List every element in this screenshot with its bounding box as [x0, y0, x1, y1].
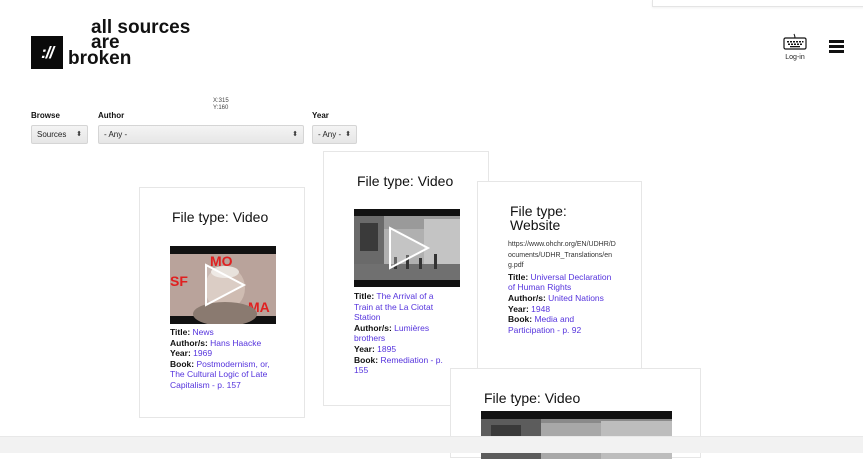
video-thumbnail[interactable]: [354, 209, 460, 287]
year-label: Year:: [354, 343, 375, 354]
cursor-coordinates: X:315 Y:160: [213, 98, 229, 112]
select-arrows-icon: ⬍: [345, 131, 351, 138]
author-select[interactable]: - Any - ⬍: [98, 125, 304, 144]
card-metadata: Title: The Arrival of a Train at the La …: [354, 291, 452, 376]
year-label: Year: [312, 111, 329, 120]
title-label: Title:: [508, 271, 529, 282]
card-metadata: Title: News Author/s: Hans Haacke Year: …: [170, 327, 282, 391]
year-select[interactable]: - Any - ⬍: [312, 125, 357, 144]
play-icon: [205, 263, 247, 307]
source-url: https://www.ohchr.org/EN/UDHR/Documents/…: [508, 241, 616, 270]
file-type: File type: Website: [510, 203, 567, 233]
top-dropdown-edge: [652, 0, 863, 7]
year-link[interactable]: 1948: [531, 304, 550, 314]
site-logo[interactable]: :// all sources are broken: [31, 18, 201, 75]
year-select-value: - Any -: [318, 130, 342, 139]
keyboard-icon: [783, 33, 807, 50]
logo-mark: ://: [31, 36, 63, 69]
book-label: Book:: [170, 358, 195, 369]
browse-select-value: Sources: [37, 130, 67, 139]
author-select-value: - Any -: [104, 130, 128, 139]
select-arrows-icon: ⬍: [292, 131, 298, 138]
source-card[interactable]: File type: Website https://www.ohchr.org…: [477, 181, 642, 371]
card-metadata: https://www.ohchr.org/EN/UDHR/Documents/…: [508, 240, 616, 335]
browse-select[interactable]: Sources ⬍: [31, 125, 88, 144]
browse-label: Browse: [31, 111, 60, 120]
title-label: Title:: [170, 327, 191, 337]
file-type: File type: Video: [172, 209, 269, 225]
login-button[interactable]: Log-in: [780, 33, 810, 61]
play-icon: [389, 226, 431, 270]
author-link[interactable]: Hans Haacke: [210, 338, 261, 348]
coord-x: X:315: [213, 98, 229, 104]
book-label: Book:: [354, 354, 379, 365]
login-label: Log-in: [785, 54, 805, 61]
video-thumbnail[interactable]: MO SF MA: [170, 246, 276, 324]
select-arrows-icon: ⬍: [76, 131, 82, 138]
file-type: File type: Video: [357, 173, 454, 189]
book-label: Book:: [508, 314, 533, 325]
hamburger-menu-icon[interactable]: [829, 40, 844, 53]
year-label: Year:: [170, 348, 191, 359]
year-link[interactable]: 1895: [377, 344, 396, 354]
svg-text:SF: SF: [170, 273, 188, 289]
author-label: Author/s:: [354, 322, 392, 333]
author-link[interactable]: United Nations: [548, 293, 604, 303]
year-label: Year:: [508, 303, 529, 314]
bottom-bar: [0, 436, 863, 453]
logo-line-3: broken: [68, 48, 132, 69]
title-link[interactable]: News: [193, 327, 214, 337]
author-label: Author/s:: [170, 337, 208, 348]
file-type: File type: Video: [484, 390, 581, 406]
year-link[interactable]: 1969: [193, 348, 212, 358]
author-label: Author/s:: [508, 292, 546, 303]
coord-y: Y:160: [213, 105, 229, 111]
source-card[interactable]: File type: Video MO SF MA Title: News Au…: [139, 187, 305, 418]
title-label: Title:: [354, 291, 375, 301]
author-label: Author: [98, 111, 125, 120]
